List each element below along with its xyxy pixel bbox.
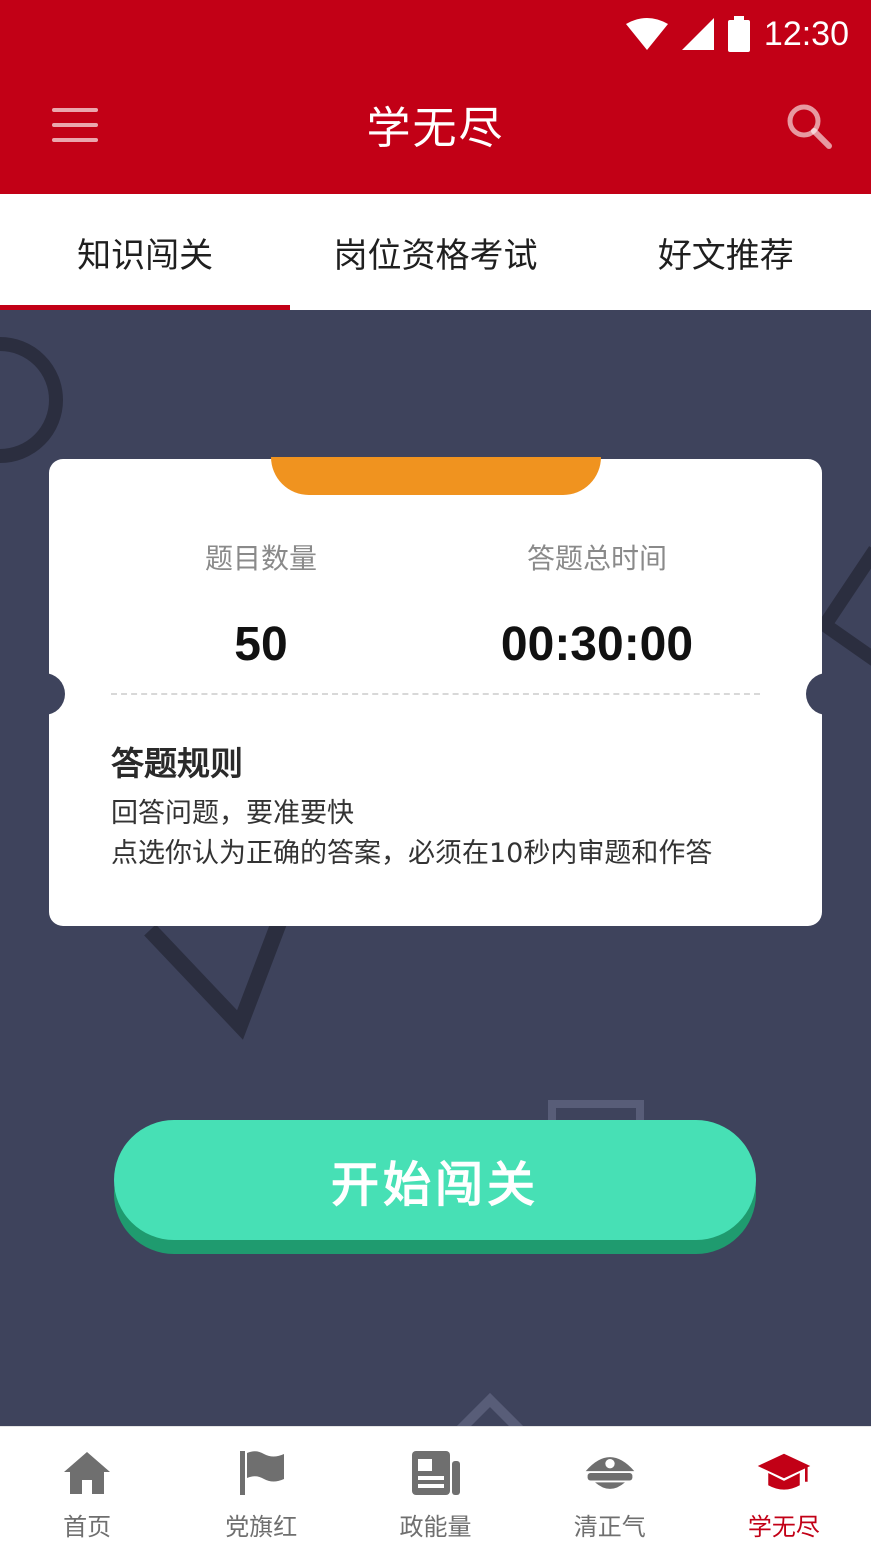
app-screen: 12:30 学无尽 知识闯关 岗位资格考试 好文推荐 题目数量 50 答题总时间…: [0, 0, 871, 1544]
total-time-value: 00:30:00: [500, 618, 694, 671]
card-top-tab: [271, 457, 601, 495]
nav-label: 首页: [63, 1513, 112, 1541]
app-header: 12:30 学无尽: [0, 0, 871, 194]
nav-item-political-energy[interactable]: 政能量: [348, 1427, 522, 1544]
rules-title: 答题规则: [111, 744, 243, 783]
graduation-cap-icon: [756, 1447, 812, 1499]
search-button[interactable]: [785, 102, 833, 150]
status-time: 12:30: [763, 14, 849, 53]
nav-label: 学无尽: [747, 1513, 820, 1541]
nav-label: 清正气: [573, 1513, 646, 1541]
decor-circle: [0, 337, 63, 463]
total-time-stat: 答题总时间 00:30:00: [447, 537, 747, 672]
start-button-label: 开始闯关: [114, 1120, 756, 1240]
total-time-label: 答题总时间: [526, 542, 667, 575]
tab-recommended-articles[interactable]: 好文推荐: [581, 194, 871, 310]
decor-diamond: [456, 1392, 524, 1426]
nav-item-party-flag[interactable]: 党旗红: [174, 1427, 348, 1544]
newspaper-icon: [408, 1447, 464, 1499]
tab-bar: 知识闯关 岗位资格考试 好文推荐: [0, 194, 871, 310]
card-notch-left: [33, 673, 65, 715]
nav-item-integrity[interactable]: 清正气: [523, 1427, 697, 1544]
question-count-stat: 题目数量 50: [111, 537, 411, 672]
rules-line: 点选你认为正确的答案，必须在10秒内审题和作答: [111, 838, 713, 869]
question-count-label: 题目数量: [204, 542, 317, 575]
battery-icon: [727, 16, 750, 52]
rules-line: 回答问题，要准要快: [111, 798, 354, 829]
challenge-info-card: 题目数量 50 答题总时间 00:30:00 答题规则 回答问题，要准要快 点选…: [33, 457, 838, 926]
status-bar: 12:30: [625, 12, 849, 56]
main-content: 题目数量 50 答题总时间 00:30:00 答题规则 回答问题，要准要快 点选…: [0, 310, 871, 1426]
question-count-value: 50: [234, 618, 288, 671]
decor-triangle-bottom: [144, 917, 288, 1040]
nav-label: 政能量: [399, 1513, 472, 1541]
tab-qualification-exam[interactable]: 岗位资格考试: [290, 194, 580, 310]
bottom-navigation: 首页 党旗红 政能量 清正气 学无尽: [0, 1426, 871, 1544]
card-notch-right: [806, 673, 838, 715]
tab-knowledge-challenge[interactable]: 知识闯关: [0, 194, 291, 310]
home-icon: [59, 1447, 115, 1499]
nav-item-home[interactable]: 首页: [0, 1427, 174, 1544]
rules-section: 答题规则 回答问题，要准要快 点选你认为正确的答案，必须在10秒内审题和作答: [111, 737, 772, 869]
page-title: 学无尽: [366, 103, 505, 154]
flag-icon: [233, 1447, 289, 1499]
nav-item-study[interactable]: 学无尽: [697, 1427, 871, 1544]
signal-icon: [681, 18, 714, 50]
start-challenge-button[interactable]: 开始闯关: [114, 1120, 756, 1254]
wifi-icon: [625, 18, 668, 50]
search-icon: [787, 104, 832, 149]
dashed-divider: [111, 693, 760, 695]
nav-label: 党旗红: [225, 1513, 298, 1541]
police-cap-icon: [582, 1447, 638, 1499]
